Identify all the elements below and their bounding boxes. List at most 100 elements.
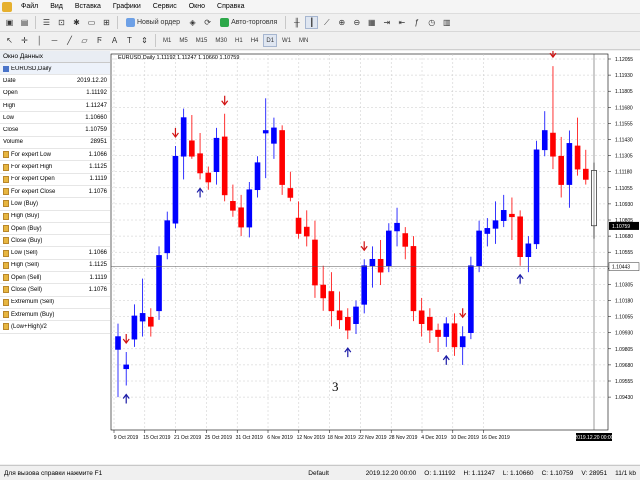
- candle-body: [418, 310, 425, 324]
- new-chart-icon[interactable]: ▣: [3, 16, 16, 29]
- candle-body: [476, 230, 482, 267]
- data-row: Open 1.11192: [0, 88, 110, 100]
- cursor-icon[interactable]: ↖: [3, 34, 16, 47]
- menu-window[interactable]: Окно: [189, 3, 205, 10]
- data-row: Date 2019.12.20: [0, 75, 110, 88]
- status-high: H: 1.11247: [463, 469, 495, 477]
- profiles-icon[interactable]: ▤: [18, 16, 31, 29]
- price-tick-label: 1.09555: [615, 379, 633, 385]
- candlestick-chart[interactable]: 1.12055 1.11930 1.11805 1.11680 1.11555 1.114…: [110, 51, 640, 464]
- timeframe-d1[interactable]: D1: [263, 34, 278, 47]
- timeframe-h4[interactable]: H4: [248, 34, 262, 47]
- data-row-key: Low: [3, 114, 15, 121]
- candle-body: [558, 155, 564, 185]
- text-icon[interactable]: A: [108, 34, 121, 47]
- candle-body: [221, 136, 228, 196]
- candle-body: [148, 316, 154, 327]
- arrows-icon[interactable]: ⇕: [138, 34, 151, 47]
- timeframe-h1[interactable]: H1: [232, 34, 246, 47]
- time-tick-label: 18 Nov 2019: [327, 435, 356, 441]
- timeframe-m15[interactable]: M15: [193, 34, 211, 47]
- candlestick-icon[interactable]: ┃: [305, 16, 319, 29]
- navigator-icon[interactable]: ✱: [70, 16, 83, 29]
- horizontal-line-icon[interactable]: ─: [48, 34, 61, 47]
- candle-body: [123, 364, 130, 370]
- indicator-value: 1.1076: [88, 286, 107, 293]
- price-tick-label: 1.10055: [615, 315, 633, 321]
- candle-body: [394, 222, 400, 232]
- terminal-icon[interactable]: ▭: [85, 16, 98, 29]
- price-tick-label: 1.10555: [615, 250, 633, 256]
- templates-icon[interactable]: ▥: [440, 16, 453, 29]
- autoscroll-icon[interactable]: ⇥: [380, 16, 393, 29]
- menu-file[interactable]: Файл: [21, 3, 38, 10]
- candle-body: [533, 149, 540, 245]
- timeframe-m5[interactable]: M5: [176, 34, 190, 47]
- indicator-name: Extremum (Buy): [11, 311, 55, 318]
- data-window-icon[interactable]: ⊡: [55, 16, 68, 29]
- candle-body: [172, 155, 179, 224]
- candle-body: [377, 258, 384, 273]
- indicator-name: Close (Buy): [11, 237, 43, 244]
- data-row-value: 1.11247: [85, 102, 107, 109]
- market-watch-icon[interactable]: ☰: [40, 16, 53, 29]
- indicator-value: 1.1119: [89, 176, 107, 183]
- strategy-tester-icon[interactable]: ⊞: [100, 16, 113, 29]
- label-icon[interactable]: T: [123, 34, 136, 47]
- metaeditor-icon[interactable]: ◈: [186, 16, 199, 29]
- timeframe-w1[interactable]: W1: [279, 34, 294, 47]
- menu-insert[interactable]: Вставка: [75, 3, 101, 10]
- indicator-row: (Low+High)/2: [0, 321, 110, 334]
- indicator-icon: [3, 323, 9, 331]
- indicator-icon: [3, 151, 9, 159]
- data-row-key: Close: [3, 127, 19, 134]
- periods-icon[interactable]: ◷: [425, 16, 438, 29]
- indicator-icon: [3, 225, 9, 232]
- channel-icon[interactable]: ▱: [78, 34, 91, 47]
- indicator-row: Low (Sell) 1.1066: [0, 247, 110, 260]
- timeframe-m1[interactable]: M1: [160, 34, 174, 47]
- menu-charts[interactable]: Графики: [113, 3, 141, 10]
- new-order-button[interactable]: Новый ордер: [122, 16, 184, 29]
- candle-body: [131, 315, 138, 340]
- zoom-in-icon[interactable]: ⊕: [335, 16, 348, 29]
- crosshair-icon[interactable]: ✛: [18, 34, 31, 47]
- status-bar: Для вызова справки нажмите F1 Default 20…: [0, 465, 640, 480]
- bar-chart-icon[interactable]: ╫: [290, 16, 303, 29]
- plot-frame: [110, 53, 609, 431]
- menu-tools[interactable]: Сервис: [153, 3, 177, 10]
- candle-body: [320, 284, 326, 299]
- status-close: C: 1.10759: [541, 469, 574, 477]
- fibonacci-icon[interactable]: Ϝ: [93, 34, 106, 47]
- zoom-out-icon[interactable]: ⊖: [350, 16, 363, 29]
- candle-body: [582, 168, 589, 180]
- indicators-icon[interactable]: ƒ: [410, 16, 423, 29]
- indicator-icon: [3, 298, 9, 306]
- timeframe-m30[interactable]: M30: [212, 34, 230, 47]
- symbol-label: EURUSD,Daily: [11, 65, 52, 72]
- trendline-icon[interactable]: ╱: [63, 34, 76, 47]
- menu-help[interactable]: Справка: [217, 3, 244, 10]
- tile-windows-icon[interactable]: ▦: [365, 16, 378, 29]
- line-chart-icon[interactable]: ⟋: [320, 16, 333, 29]
- chart-shift-icon[interactable]: ⇤: [395, 16, 408, 29]
- candle-body: [574, 145, 581, 170]
- candle-body: [262, 130, 269, 134]
- candle-body: [164, 220, 171, 254]
- menu-view[interactable]: Вид: [50, 3, 63, 10]
- status-profile: Default: [308, 469, 329, 477]
- vertical-line-icon[interactable]: │: [33, 34, 46, 47]
- indicator-row: High (Sell) 1.1125: [0, 260, 110, 273]
- indicator-name: (Low+High)/2: [11, 323, 47, 330]
- candle-body: [427, 316, 433, 331]
- candle-body: [328, 291, 335, 312]
- price-tick-label: 1.09430: [615, 395, 633, 401]
- candle-body: [410, 246, 417, 312]
- autotrading-button[interactable]: Авто-торговля: [216, 16, 281, 29]
- chart-area[interactable]: 1.12055 1.11930 1.11805 1.11680 1.11555 1.114…: [110, 51, 640, 464]
- indicator-icon: [3, 200, 9, 208]
- refresh-icon[interactable]: ⟳: [201, 16, 214, 29]
- timeframe-mn[interactable]: MN: [296, 34, 311, 47]
- data-row-value: 1.10759: [85, 127, 107, 134]
- price-tick-label: 1.10305: [615, 282, 633, 288]
